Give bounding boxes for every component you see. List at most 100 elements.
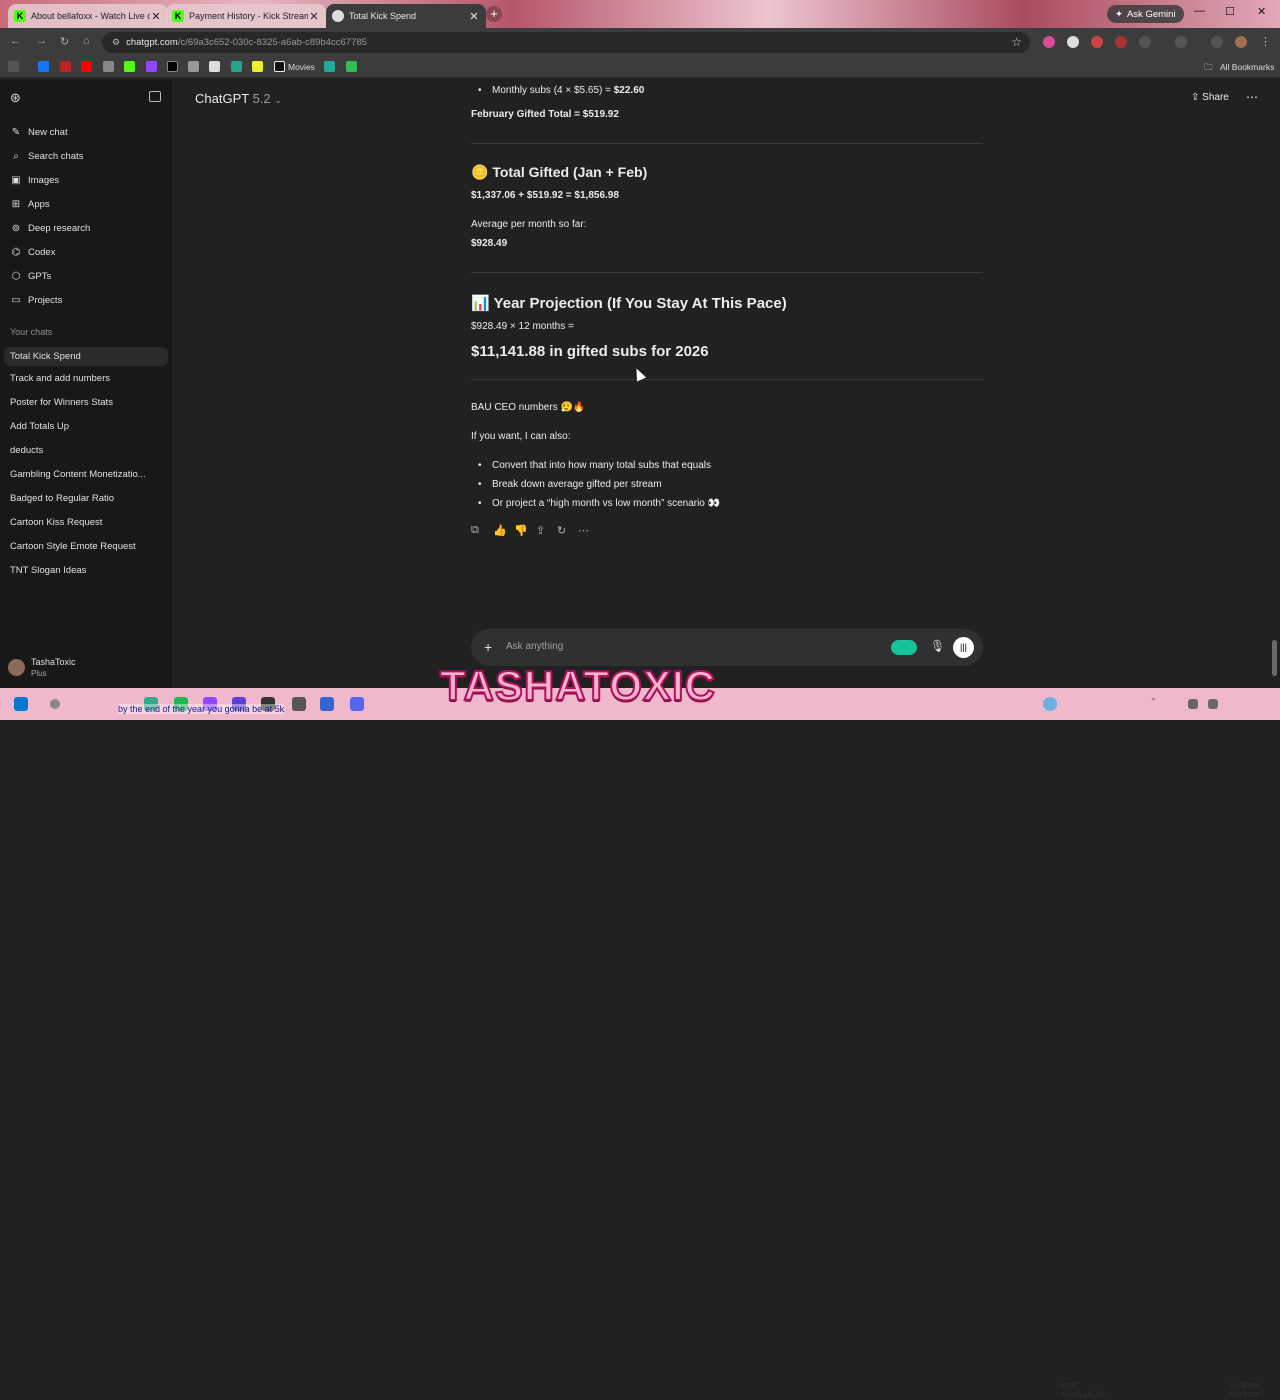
grammarly-icon[interactable]: [891, 640, 917, 655]
thumbs-down-icon[interactable]: 👎: [514, 524, 528, 537]
close-tab-icon[interactable]: ✕: [308, 10, 320, 23]
sidebar-item-projects[interactable]: ▭ Projects: [10, 291, 62, 309]
sidebar-toggle-icon[interactable]: [149, 91, 161, 102]
more-options-icon[interactable]: ⋯: [1246, 90, 1258, 104]
browser-menu-icon[interactable]: ⋮: [1260, 35, 1271, 48]
microphone-icon[interactable]: 🎙: [930, 639, 945, 653]
profile-avatar-icon[interactable]: [1235, 36, 1247, 48]
movies-icon[interactable]: [274, 61, 285, 72]
sidebar-item-gpts[interactable]: ⬡ GPTs: [10, 267, 52, 285]
prompt-input[interactable]: Ask anything: [506, 641, 563, 652]
apps-grid-icon[interactable]: [8, 61, 19, 72]
network-icon[interactable]: [1188, 699, 1198, 709]
twitch-icon[interactable]: [146, 61, 157, 72]
close-window-icon[interactable]: ✕: [1257, 5, 1266, 18]
url-field[interactable]: ⚙ chatgpt.com/c/69a3c652-030c-8325-a6ab-…: [102, 32, 1030, 53]
bookmark-icon[interactable]: [252, 61, 263, 72]
bookmark-icon[interactable]: [231, 61, 242, 72]
maximize-icon[interactable]: ☐: [1225, 5, 1235, 18]
tab-bellafoxx[interactable]: K About bellafoxx - Watch Live on Kick ✕: [8, 4, 168, 28]
extension-icon[interactable]: [1115, 36, 1127, 48]
extension-icon[interactable]: [1139, 36, 1151, 48]
tray-chevron-icon[interactable]: ⌃: [1150, 697, 1164, 711]
chat-item[interactable]: Gambling Content Monetizatio...: [10, 469, 146, 480]
app-icon[interactable]: [292, 697, 306, 711]
back-icon[interactable]: ←: [10, 35, 21, 47]
extension-icon[interactable]: [1043, 36, 1055, 48]
tab-payment-history[interactable]: K Payment History - Kick Streaming ✕: [166, 4, 326, 28]
close-tab-icon[interactable]: ✕: [468, 10, 480, 23]
sidebar-item-label: GPTs: [28, 270, 52, 282]
regenerate-icon[interactable]: ↻: [557, 524, 566, 537]
youtube-icon[interactable]: [81, 61, 92, 72]
browser-tab-strip: K About bellafoxx - Watch Live on Kick ✕…: [0, 0, 1280, 28]
share-button[interactable]: ⇪ Share: [1191, 92, 1229, 103]
chat-main: ChatGPT 5.2 ⌄ ⇪ Share ⋯ Monthly subs (4 …: [172, 80, 1280, 688]
minimize-icon[interactable]: —: [1194, 5, 1205, 17]
forward-icon[interactable]: →: [36, 35, 47, 47]
extension-icon[interactable]: [1091, 36, 1103, 48]
extensions-puzzle-icon[interactable]: [1175, 36, 1187, 48]
tab-total-kick-spend[interactable]: Total Kick Spend ✕: [326, 4, 486, 28]
ask-gemini-label: Ask Gemini: [1126, 8, 1176, 20]
chat-item[interactable]: Cartoon Style Emote Request: [10, 541, 136, 552]
bookmark-icon[interactable]: [103, 61, 114, 72]
kick-icon: K: [172, 10, 184, 22]
chat-item[interactable]: TNT Slogan Ideas: [10, 565, 86, 576]
copy-icon[interactable]: ⧉: [471, 524, 479, 537]
chat-item[interactable]: deducts: [10, 445, 43, 456]
bookmark-icon[interactable]: [188, 61, 199, 72]
chat-item[interactable]: Track and add numbers: [10, 373, 110, 384]
bookmark-icon[interactable]: [60, 61, 71, 72]
weather-widget[interactable]: 62°F Mostly cloudy: [1062, 1382, 1104, 1400]
home-icon[interactable]: ⌂: [83, 35, 90, 47]
scrollbar[interactable]: [1272, 640, 1277, 676]
discord-icon[interactable]: [350, 697, 364, 711]
kick-icon[interactable]: [124, 61, 135, 72]
chat-item[interactable]: Poster for Winners Stats: [10, 397, 113, 408]
downloads-icon[interactable]: [1211, 36, 1223, 48]
bookmark-icon[interactable]: [324, 61, 335, 72]
model-version: 5.2: [252, 91, 271, 106]
chat-item[interactable]: Add Totals Up: [10, 421, 69, 432]
chatgpt-logo-icon[interactable]: ⊛: [10, 90, 21, 106]
model-selector[interactable]: ChatGPT 5.2 ⌄: [195, 91, 282, 106]
sidebar-item-images[interactable]: ▣ Images: [10, 171, 59, 189]
x-icon[interactable]: [167, 61, 178, 72]
weather-icon[interactable]: [1043, 697, 1057, 711]
bookmark-icon[interactable]: [209, 61, 220, 72]
reload-icon[interactable]: ↻: [60, 35, 69, 48]
bookmark-movies[interactable]: Movies: [288, 62, 315, 72]
bookmark-icon[interactable]: [346, 61, 357, 72]
voice-mode-icon[interactable]: |||: [953, 637, 974, 658]
facebook-icon[interactable]: [38, 61, 49, 72]
avatar: [8, 659, 25, 676]
new-tab-button[interactable]: +: [486, 6, 502, 22]
divider: [471, 379, 983, 380]
plus-icon[interactable]: +: [484, 639, 492, 655]
sidebar-item-search-chats[interactable]: ⌕ Search chats: [10, 147, 83, 165]
search-icon[interactable]: [50, 699, 60, 709]
all-bookmarks[interactable]: All Bookmarks: [1220, 62, 1274, 72]
chat-item[interactable]: Total Kick Spend: [4, 347, 168, 366]
sidebar-item-apps[interactable]: ⊞ Apps: [10, 195, 50, 213]
bookmark-star-icon[interactable]: ☆: [1011, 35, 1022, 49]
app-icon[interactable]: [320, 697, 334, 711]
site-info-icon[interactable]: ⚙: [112, 37, 120, 48]
sidebar-item-deep-research[interactable]: ⊚ Deep research: [10, 219, 91, 237]
windows-start-icon[interactable]: [14, 697, 28, 711]
address-bar-row: ← → ↻ ⌂ ⚙ chatgpt.com/c/69a3c652-030c-83…: [0, 28, 1280, 56]
clock-date: 2/28/2026: [1228, 1392, 1260, 1399]
close-tab-icon[interactable]: ✕: [150, 10, 162, 23]
sidebar-item-codex[interactable]: ⌬ Codex: [10, 243, 56, 261]
chat-item[interactable]: Badged to Regular Ratio: [10, 493, 114, 504]
volume-icon[interactable]: [1208, 699, 1218, 709]
more-icon[interactable]: ⋯: [578, 524, 589, 537]
sidebar-item-new-chat[interactable]: ✎ New chat: [10, 123, 68, 141]
thumbs-up-icon[interactable]: 👍: [493, 524, 507, 537]
extension-icon[interactable]: [1067, 36, 1079, 48]
clock[interactable]: 11:58 PM 2/28/2026: [1228, 1382, 1259, 1400]
chat-item[interactable]: Cartoon Kiss Request: [10, 517, 102, 528]
share-icon[interactable]: ⇪: [536, 524, 545, 537]
ask-gemini-button[interactable]: ✦ Ask Gemini: [1107, 5, 1184, 23]
